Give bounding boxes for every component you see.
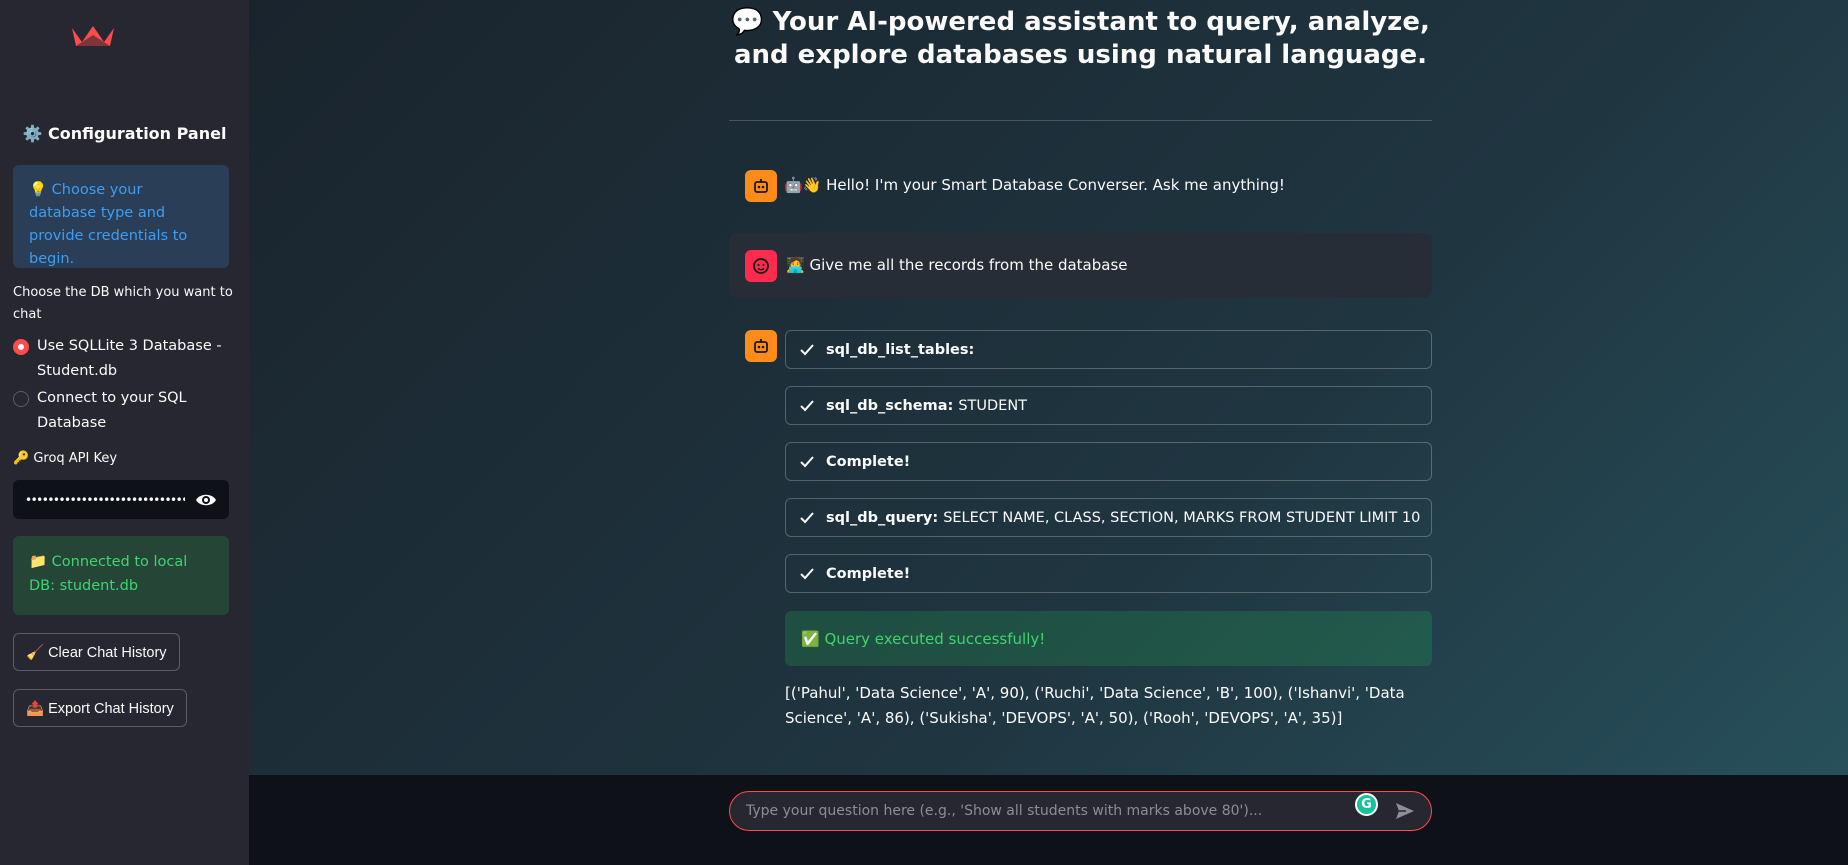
- query-result: [('Pahul', 'Data Science', 'A', 90), ('R…: [785, 684, 1405, 727]
- api-key-value: ••••••••••••••••••••••••••••••••••••••: [25, 492, 185, 507]
- step-query[interactable]: sql_db_query: SELECT NAME, CLASS, SECTIO…: [785, 498, 1432, 537]
- step-list-tables[interactable]: sql_db_list_tables:: [785, 330, 1432, 369]
- check-icon: [800, 343, 814, 355]
- check-icon: [800, 399, 814, 411]
- send-icon[interactable]: [1395, 802, 1415, 820]
- connected-alert: 📁 Connected to local DB: student.db: [13, 536, 229, 615]
- divider: [729, 120, 1432, 121]
- step-detail: SELECT NAME, CLASS, SECTION, MARKS FROM …: [943, 509, 1421, 526]
- grammarly-icon[interactable]: G: [1355, 793, 1378, 816]
- step-label: Complete!: [826, 453, 911, 470]
- bot-avatar-icon: [745, 170, 777, 202]
- query-success-alert: ✅ Query executed successfully!: [785, 611, 1432, 666]
- clear-chat-history-button[interactable]: 🧹 Clear Chat History: [13, 633, 180, 671]
- export-chat-history-button[interactable]: 📤 Export Chat History: [13, 689, 187, 727]
- db-choice-label: Choose the DB which you want to chat: [13, 285, 233, 322]
- step-complete[interactable]: Complete!: [785, 554, 1432, 593]
- check-icon: [800, 567, 814, 579]
- step-detail: STUDENT: [958, 397, 1028, 414]
- chat-input[interactable]: [746, 803, 1383, 819]
- eye-icon[interactable]: [195, 492, 217, 508]
- step-label: sql_db_list_tables:: [826, 341, 975, 358]
- bot-avatar-icon: [745, 330, 777, 362]
- step-schema[interactable]: sql_db_schema: STUDENT: [785, 386, 1432, 425]
- radio-mysql-option[interactable]: Connect to your SQL Database: [13, 386, 243, 436]
- radio-option-label: Connect to your SQL Database: [37, 390, 187, 431]
- api-key-label: 🔑 Groq API Key: [13, 451, 118, 466]
- radio-unselected-icon: [13, 391, 29, 407]
- radio-sqlite-option[interactable]: Use SQLLite 3 Database - Student.db: [13, 334, 243, 384]
- info-alert: 💡 Choose your database type and provide …: [13, 165, 229, 268]
- page-title: 💬 Your AI-powered assistant to query, an…: [731, 7, 1430, 70]
- assistant-message: 🤖👋 Hello! I'm your Smart Database Conver…: [784, 176, 1285, 194]
- user-avatar-icon: [745, 250, 777, 282]
- check-icon: [800, 455, 814, 467]
- api-key-input[interactable]: ••••••••••••••••••••••••••••••••••••••: [13, 480, 229, 519]
- user-message: 🧑‍💻 Give me all the records from the dat…: [786, 256, 1128, 274]
- step-label: Complete!: [826, 565, 911, 582]
- chat-input-container[interactable]: [729, 791, 1432, 831]
- configuration-panel-title: ⚙️ Configuration Panel: [22, 124, 227, 143]
- step-complete[interactable]: Complete!: [785, 442, 1432, 481]
- streamlit-logo-icon: [72, 26, 114, 46]
- step-label: sql_db_schema:: [826, 397, 954, 414]
- radio-option-label: Use SQLLite 3 Database - Student.db: [37, 338, 222, 379]
- check-icon: [800, 511, 814, 523]
- radio-selected-icon: [13, 339, 29, 355]
- sidebar: ⚙️ Configuration Panel 💡 Choose your dat…: [0, 0, 249, 865]
- step-label: sql_db_query:: [826, 509, 939, 526]
